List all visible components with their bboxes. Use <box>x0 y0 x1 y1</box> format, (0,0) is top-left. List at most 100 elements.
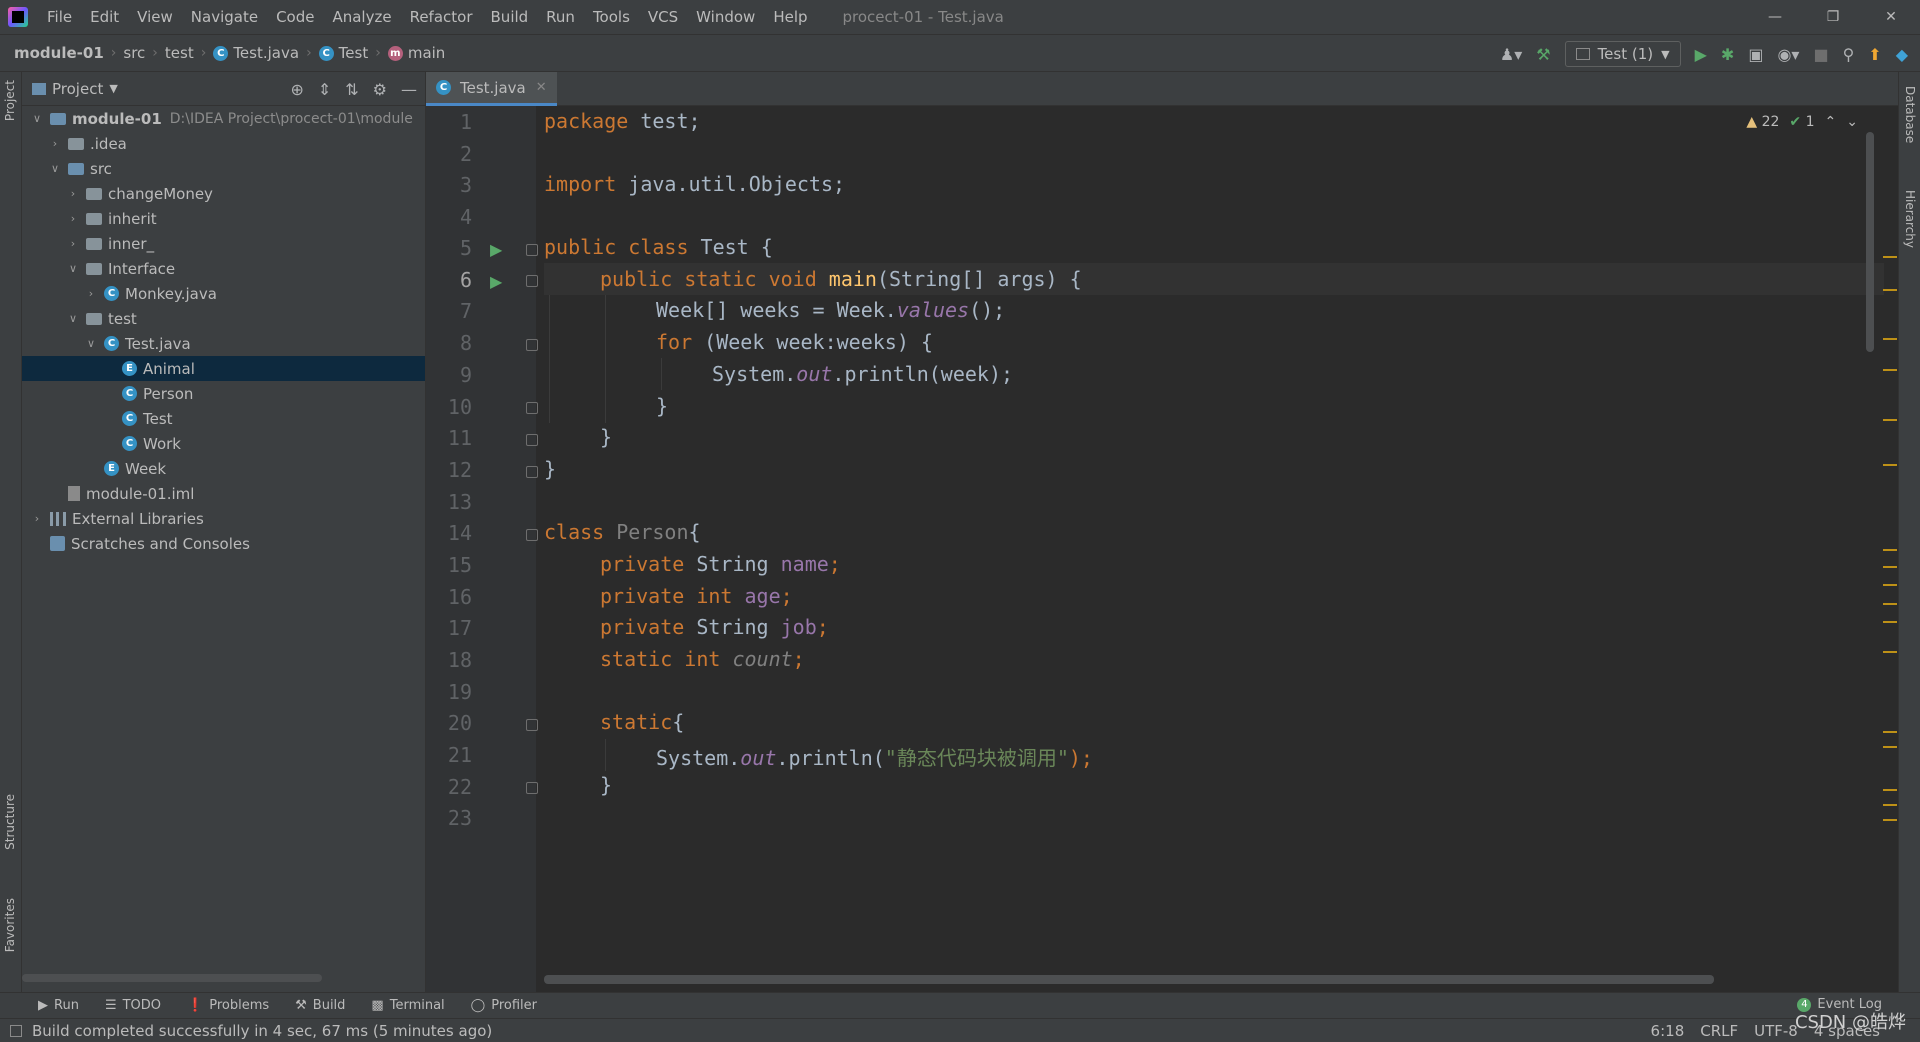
tree-item-src[interactable]: ∨ src <box>22 156 425 181</box>
build-hammer-icon[interactable]: ⚒ <box>1536 45 1550 64</box>
fold-icon[interactable] <box>526 782 538 794</box>
structure-side-tab[interactable]: Structure <box>3 794 17 850</box>
chevron-right-icon[interactable]: › <box>48 137 62 150</box>
error-stripe[interactable] <box>1880 106 1898 992</box>
inspection-widget[interactable]: ▲ 22 ✔ 1 ⌃ ⌄ <box>1746 114 1858 130</box>
run-class-icon[interactable]: ▶ <box>490 240 502 259</box>
chevron-right-icon[interactable]: › <box>66 187 80 200</box>
chevron-right-icon[interactable]: › <box>66 237 80 250</box>
warning-marker[interactable] <box>1883 584 1897 586</box>
previous-highlight-icon[interactable]: ⌃ <box>1825 114 1837 130</box>
tool-tab-run[interactable]: ▶ Run <box>38 998 79 1013</box>
fold-icon[interactable] <box>526 466 538 478</box>
breadcrumb-module[interactable]: module-01 <box>14 44 104 62</box>
editor-horizontal-scrollbar[interactable] <box>544 975 1714 984</box>
menu-code[interactable]: Code <box>267 0 323 34</box>
fold-icon[interactable] <box>526 529 538 541</box>
menu-window[interactable]: Window <box>687 0 764 34</box>
stop-icon[interactable]: ■ <box>1813 45 1828 64</box>
caret-position[interactable]: 6:18 <box>1651 1022 1685 1040</box>
profile-icon[interactable]: ◉▾ <box>1777 45 1799 64</box>
status-toggle-icon[interactable] <box>10 1024 22 1037</box>
tree-item-changemoney[interactable]: › changeMoney <box>22 181 425 206</box>
tool-tab-problems[interactable]: ❗ Problems <box>187 998 269 1013</box>
fold-icon[interactable] <box>526 719 538 731</box>
tool-tab-build[interactable]: ⚒ Build <box>295 998 345 1013</box>
chevron-right-icon[interactable]: › <box>30 512 44 525</box>
chevron-right-icon[interactable]: › <box>84 287 98 300</box>
debug-icon[interactable]: ✱ <box>1721 45 1734 64</box>
tree-item-person[interactable]: C Person <box>22 381 425 406</box>
warning-marker[interactable] <box>1883 621 1897 623</box>
expand-all-icon[interactable]: ⇕ <box>318 80 331 99</box>
tree-item-monkey[interactable]: › C Monkey.java <box>22 281 425 306</box>
code-area[interactable]: package test; import java.util.Objects; … <box>544 106 1884 992</box>
tree-item-iml[interactable]: module-01.iml <box>22 481 425 506</box>
warning-marker[interactable] <box>1883 419 1897 421</box>
tree-item-idea[interactable]: › .idea <box>22 131 425 156</box>
tree-item-scratches[interactable]: Scratches and Consoles <box>22 531 425 556</box>
menu-vcs[interactable]: VCS <box>639 0 687 34</box>
warning-marker[interactable] <box>1883 289 1897 291</box>
warning-count[interactable]: ▲ 22 <box>1746 114 1779 130</box>
breadcrumb-package[interactable]: test <box>165 44 194 62</box>
chevron-down-icon[interactable]: ∨ <box>66 312 80 325</box>
menu-help[interactable]: Help <box>764 0 816 34</box>
tool-tab-todo[interactable]: ☰ TODO <box>105 998 161 1013</box>
chevron-down-icon[interactable]: ∨ <box>48 162 62 175</box>
close-icon[interactable]: ✕ <box>536 80 547 95</box>
chevron-down-icon[interactable]: ∨ <box>66 262 80 275</box>
warning-marker[interactable] <box>1883 819 1897 821</box>
tree-item-module[interactable]: ∨ module-01 D:\IDEA Project\procect-01\m… <box>22 106 425 131</box>
file-encoding[interactable]: UTF-8 <box>1754 1022 1798 1040</box>
warning-marker[interactable] <box>1883 256 1897 258</box>
tree-item-inherit[interactable]: › inherit <box>22 206 425 231</box>
hierarchy-side-tab[interactable]: Hierarchy <box>1903 190 1917 248</box>
database-side-tab[interactable]: Database <box>1903 86 1917 143</box>
update-icon[interactable]: ⬆ <box>1868 45 1881 64</box>
menu-view[interactable]: View <box>128 0 182 34</box>
fold-icon[interactable] <box>526 402 538 414</box>
minimize-button[interactable]: — <box>1746 0 1804 34</box>
gear-icon[interactable]: ⚙ <box>373 80 387 99</box>
locate-icon[interactable]: ⊕ <box>290 80 303 99</box>
status-message[interactable]: Build completed successfully in 4 sec, 6… <box>32 1022 492 1040</box>
tool-tab-profiler[interactable]: ◯ Profiler <box>471 998 537 1013</box>
run-configuration-select[interactable]: Test (1) ▼ <box>1564 41 1681 67</box>
project-horizontal-scrollbar[interactable] <box>22 974 322 982</box>
menu-file[interactable]: File <box>38 0 81 34</box>
project-view-select[interactable]: Project ▼ <box>32 80 118 98</box>
tab-test-java[interactable]: C Test.java ✕ <box>426 72 557 106</box>
user-icon[interactable]: ♟▾ <box>1500 45 1522 64</box>
close-window-button[interactable]: ✕ <box>1862 0 1920 34</box>
warning-marker[interactable] <box>1883 651 1897 653</box>
warning-marker[interactable] <box>1883 369 1897 371</box>
warning-marker[interactable] <box>1883 603 1897 605</box>
collapse-all-icon[interactable]: ⇅ <box>345 80 358 99</box>
menu-analyze[interactable]: Analyze <box>323 0 400 34</box>
breadcrumb-file[interactable]: C Test.java <box>213 44 299 62</box>
tool-tab-terminal[interactable]: ▩ Terminal <box>371 998 444 1013</box>
check-count[interactable]: ✔ 1 <box>1789 114 1814 130</box>
breadcrumb-method[interactable]: m main <box>387 44 445 62</box>
next-highlight-icon[interactable]: ⌄ <box>1846 114 1858 130</box>
warning-marker[interactable] <box>1883 746 1897 748</box>
warning-marker[interactable] <box>1883 566 1897 568</box>
warning-marker[interactable] <box>1883 464 1897 466</box>
editor-vertical-scrollbar[interactable] <box>1866 132 1874 352</box>
breadcrumb-class[interactable]: C Test <box>318 44 368 62</box>
menu-edit[interactable]: Edit <box>81 0 128 34</box>
menu-tools[interactable]: Tools <box>584 0 639 34</box>
restore-button[interactable]: ❐ <box>1804 0 1862 34</box>
breadcrumb-src[interactable]: src <box>123 44 145 62</box>
line-separator[interactable]: CRLF <box>1700 1022 1738 1040</box>
project-side-tab[interactable]: Project <box>3 80 17 121</box>
tree-item-test-class[interactable]: C Test <box>22 406 425 431</box>
tree-item-work[interactable]: C Work <box>22 431 425 456</box>
favorites-side-tab[interactable]: Favorites <box>3 898 17 952</box>
run-icon[interactable]: ▶ <box>1695 45 1707 64</box>
warning-marker[interactable] <box>1883 731 1897 733</box>
fold-icon[interactable] <box>526 275 538 287</box>
fold-icon[interactable] <box>526 434 538 446</box>
tree-item-week[interactable]: E Week <box>22 456 425 481</box>
